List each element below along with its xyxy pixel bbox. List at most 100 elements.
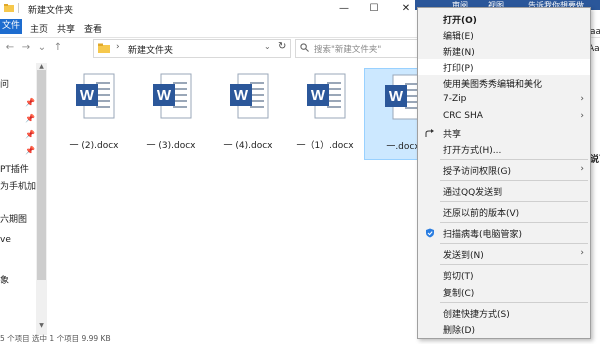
menu-item-label: 编辑(E): [443, 32, 474, 42]
chevron-right-icon[interactable]: ›: [116, 42, 120, 52]
nav-item[interactable]: PT插件: [0, 162, 29, 175]
minimize-button[interactable]: —: [330, 1, 358, 16]
file-name: 一 (2).docx: [69, 141, 119, 151]
submenu-arrow-icon: ›: [580, 164, 584, 174]
menu-item-label: 打开(O): [443, 16, 477, 26]
file-item[interactable]: W 一 (3).docx: [133, 68, 209, 158]
refresh-icon[interactable]: ↻: [278, 41, 286, 52]
menu-item-label: 剪切(T): [443, 272, 474, 282]
svg-text:W: W: [80, 87, 95, 104]
context-menu: 打开(O) 编辑(E) 新建(N) 打印(P) 使用美图秀秀编辑和美化 7-Zi…: [417, 7, 591, 339]
file-name: 一（1）.docx: [296, 141, 354, 151]
menu-item-label: 还原以前的版本(V): [443, 209, 520, 219]
file-item[interactable]: W 一 (2).docx: [56, 68, 132, 158]
menu-separator: [440, 302, 588, 303]
menu-item-create-shortcut[interactable]: 创建快捷方式(S): [418, 305, 590, 321]
folder-icon: [4, 4, 14, 12]
menu-item-virus-scan[interactable]: 扫描病毒(电脑管家): [418, 225, 590, 241]
search-box[interactable]: 搜索"新建文件夹": [295, 39, 422, 58]
menu-item-edit[interactable]: 编辑(E): [418, 27, 590, 43]
menu-separator: [440, 180, 588, 181]
svg-text:W: W: [389, 88, 404, 105]
menu-separator: [440, 264, 588, 265]
back-button[interactable]: ←: [4, 42, 16, 54]
tab-view[interactable]: 查看: [84, 22, 102, 35]
menu-item-label: 扫描病毒(电脑管家): [443, 230, 523, 240]
svg-text:W: W: [311, 87, 326, 104]
style-fragment: aa: [590, 27, 600, 37]
file-item[interactable]: W 一（1）.docx: [287, 68, 363, 158]
menu-item-label: 删除(D): [443, 326, 475, 336]
search-icon: [300, 43, 309, 52]
word-document-icon: W: [307, 73, 346, 119]
file-name: 一 (3).docx: [146, 141, 196, 151]
menu-item-label: 使用美图秀秀编辑和美化: [443, 80, 543, 90]
menu-separator: [440, 201, 588, 202]
menu-item-open-with[interactable]: 打开方式(H)...: [418, 141, 590, 157]
menu-item-share[interactable]: 共享: [418, 125, 590, 141]
menu-item-label: 授予访问权限(G): [443, 167, 511, 177]
word-document-icon: W: [76, 73, 115, 119]
menu-separator: [440, 243, 588, 244]
menu-item-label: 7-Zip: [443, 94, 467, 104]
menu-item-delete[interactable]: 删除(D): [418, 321, 590, 337]
menu-item-open[interactable]: 打开(O): [418, 11, 590, 27]
menu-item-label: 通过QQ发送到: [443, 188, 503, 198]
scroll-up-arrow-icon[interactable]: ▲: [37, 63, 46, 71]
word-document-icon: W: [230, 73, 269, 119]
window-title: 新建文件夹: [28, 6, 74, 16]
menu-item-grant-access[interactable]: 授予访问权限(G) ›: [418, 162, 590, 178]
nav-item[interactable]: 象: [0, 273, 9, 286]
nav-item[interactable]: ve: [0, 235, 11, 245]
shield-icon: [426, 228, 434, 238]
menu-item-label: 创建快捷方式(S): [443, 310, 510, 320]
scrollbar-thumb[interactable]: [37, 70, 46, 280]
menu-separator: [440, 159, 588, 160]
menu-item-label: 复制(C): [443, 289, 475, 299]
nav-item[interactable]: 为手机加: [0, 179, 36, 192]
document-text-fragment: 说可: [590, 155, 600, 165]
menu-item-label: 共享: [443, 130, 462, 140]
nav-item[interactable]: 问: [0, 77, 9, 90]
chevron-down-icon[interactable]: ⌄: [264, 42, 271, 51]
folder-icon: [98, 43, 110, 53]
title-separator: [18, 3, 19, 13]
pin-icon: 📌: [25, 98, 35, 107]
nav-item[interactable]: 六期图: [0, 212, 27, 225]
menu-item-7zip[interactable]: 7-Zip ›: [418, 92, 590, 108]
menu-item-label: CRC SHA: [443, 111, 483, 121]
menu-item-send-to[interactable]: 发送到(N) ›: [418, 246, 590, 262]
pin-icon: 📌: [25, 130, 35, 139]
menu-separator: [440, 222, 588, 223]
search-placeholder: 搜索"新建文件夹": [314, 45, 382, 55]
menu-item-print[interactable]: 打印(P): [418, 59, 590, 75]
tab-share[interactable]: 共享: [57, 22, 75, 35]
menu-item-cut[interactable]: 剪切(T): [418, 267, 590, 283]
file-item[interactable]: W 一 (4).docx: [210, 68, 286, 158]
menu-item-crc-sha[interactable]: CRC SHA ›: [418, 109, 590, 125]
submenu-arrow-icon: ›: [580, 248, 584, 258]
tab-home[interactable]: 主页: [30, 22, 48, 35]
address-bar[interactable]: › 新建文件夹 ⌄ ↻: [93, 39, 291, 58]
menu-item-meitu[interactable]: 使用美图秀秀编辑和美化: [418, 75, 590, 91]
recent-dropdown-icon[interactable]: ⌄: [36, 42, 48, 54]
address-path[interactable]: 新建文件夹: [128, 43, 173, 56]
maximize-button[interactable]: ☐: [360, 1, 388, 16]
menu-item-send-qq[interactable]: 通过QQ发送到: [418, 183, 590, 199]
menu-item-label: 打印(P): [443, 64, 474, 74]
scroll-down-arrow-icon[interactable]: ▼: [37, 322, 46, 330]
menu-item-new[interactable]: 新建(N): [418, 43, 590, 59]
pin-icon: 📌: [25, 146, 35, 155]
up-button[interactable]: ↑: [52, 42, 64, 54]
svg-text:W: W: [157, 87, 172, 104]
word-document-icon: W: [153, 73, 192, 119]
status-bar-text: 5 个项目 选中 1 个项目 9.99 KB: [0, 334, 111, 343]
menu-item-restore-versions[interactable]: 还原以前的版本(V): [418, 204, 590, 220]
submenu-arrow-icon: ›: [580, 111, 584, 121]
tab-file[interactable]: 文件: [0, 19, 22, 34]
forward-button[interactable]: →: [20, 42, 32, 54]
pin-icon: 📌: [25, 114, 35, 123]
menu-item-label: 发送到(N): [443, 251, 484, 261]
menu-item-copy[interactable]: 复制(C): [418, 284, 590, 300]
file-name: 一 (4).docx: [223, 141, 273, 151]
